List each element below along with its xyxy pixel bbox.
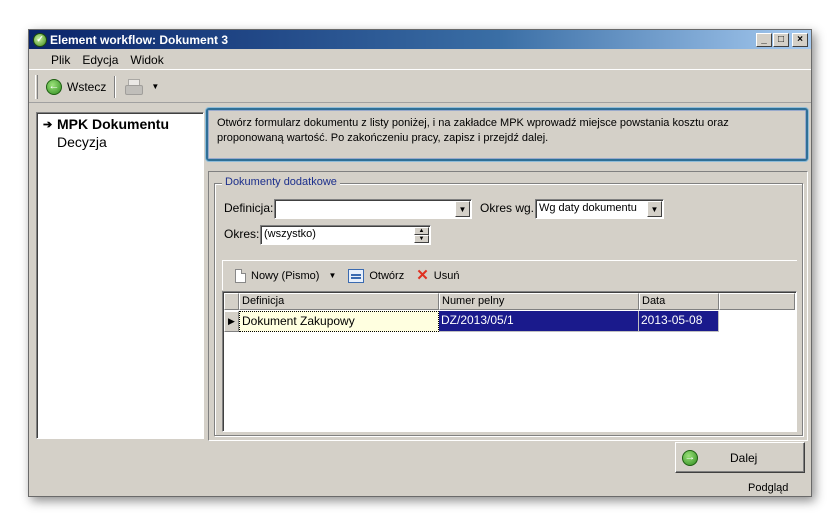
new-document-button[interactable]: Nowy (Pismo) ▼: [231, 268, 340, 283]
period-value: (wszystko): [264, 228, 316, 240]
chevron-down-icon[interactable]: ▼: [328, 271, 336, 280]
next-button[interactable]: → Dalej: [675, 442, 805, 473]
delete-icon: ✕: [416, 267, 429, 284]
open-document-button[interactable]: Otwórz: [344, 268, 408, 283]
next-button-label: Dalej: [730, 450, 758, 465]
period-label: Okres:: [224, 227, 260, 241]
cell-data[interactable]: 2013-05-08: [639, 311, 719, 332]
column-header-empty: [719, 293, 795, 310]
window-title: Element workflow: Dokument 3: [50, 32, 229, 47]
instruction-box: Otwórz formularz dokumentu z listy poniż…: [206, 108, 808, 161]
spin-down-icon[interactable]: ▼: [414, 235, 429, 243]
nav-item-mpk-dokumentu[interactable]: ➔ MPK Dokumentu: [43, 116, 169, 132]
menu-item-edycja[interactable]: Edycja: [76, 53, 124, 67]
delete-document-button[interactable]: ✕ Usuń: [412, 268, 463, 283]
period-by-combo[interactable]: Wg daty dokumentu ▼: [535, 199, 664, 219]
close-button[interactable]: ×: [792, 32, 808, 47]
preview-link[interactable]: Podgląd: [748, 482, 788, 494]
delete-document-label: Usuń: [433, 269, 460, 282]
steps-panel: ➔ MPK Dokumentu Decyzja: [36, 112, 204, 439]
back-arrow-icon: ←: [46, 78, 62, 95]
toolbar: ← Wstecz ▼: [29, 71, 811, 103]
maximize-button[interactable]: □: [773, 32, 789, 47]
row-indicator-header: [224, 293, 239, 310]
table-row[interactable]: ▶ Dokument Zakupowy DZ/2013/05/1 2013-05…: [224, 311, 719, 332]
definition-combo[interactable]: ▼: [274, 199, 472, 219]
menu-bar: Plik Edycja Widok: [29, 50, 811, 70]
nav-item-label: MPK Dokumentu: [57, 116, 169, 132]
title-bar[interactable]: ✓ Element workflow: Dokument 3 _ □ ×: [29, 30, 811, 49]
minimize-button[interactable]: _: [756, 32, 772, 47]
column-header-data[interactable]: Data: [639, 293, 719, 310]
menu-item-widok[interactable]: Widok: [124, 53, 169, 67]
documents-group: Dokumenty dodatkowe Definicja: ▼ Okres w…: [214, 176, 803, 436]
printer-icon: [124, 78, 144, 95]
app-window: ✓ Element workflow: Dokument 3 _ □ × Pli…: [28, 29, 812, 497]
window-controls: _ □ ×: [756, 32, 808, 47]
current-step-arrow-icon: ➔: [43, 118, 53, 131]
column-header-definicja[interactable]: Definicja: [239, 293, 439, 310]
back-button[interactable]: ← Wstecz: [42, 75, 110, 99]
app-icon: ✓: [33, 32, 47, 47]
nav-item-label: Decyzja: [57, 134, 107, 150]
toolbar-grip[interactable]: [35, 74, 38, 99]
chevron-down-icon[interactable]: ▼: [647, 201, 662, 217]
open-document-label: Otwórz: [369, 269, 405, 282]
instruction-text: Otwórz formularz dokumentu z listy poniż…: [217, 117, 729, 144]
cell-definicja[interactable]: Dokument Zakupowy: [239, 311, 439, 332]
period-by-value: Wg daty dokumentu: [539, 202, 637, 214]
row-indicator-icon: ▶: [224, 311, 239, 332]
period-by-label: Okres wg.:: [480, 201, 538, 215]
documents-table: Definicja Numer pelny Data ▶ Dokument Za…: [222, 291, 797, 432]
menu-item-plik[interactable]: Plik: [45, 53, 76, 67]
documents-toolbar: Nowy (Pismo) ▼ Otwórz ✕ Usuń: [222, 260, 797, 290]
table-header: Definicja Numer pelny Data: [224, 293, 795, 310]
chevron-down-icon[interactable]: ▼: [455, 201, 470, 217]
definition-label: Definicja:: [224, 201, 274, 215]
new-document-icon: [235, 268, 246, 283]
period-stepper[interactable]: (wszystko) ▲ ▼: [260, 225, 431, 245]
new-document-label: Nowy (Pismo): [251, 269, 320, 282]
cell-numer[interactable]: DZ/2013/05/1: [439, 311, 639, 332]
forward-arrow-icon: →: [682, 449, 698, 466]
column-header-numer[interactable]: Numer pelny: [439, 293, 639, 310]
open-form-icon: [348, 268, 365, 283]
back-button-label: Wstecz: [67, 79, 107, 94]
group-title: Dokumenty dodatkowe: [222, 176, 340, 188]
print-button[interactable]: ▼: [120, 75, 163, 99]
toolbar-separator: [114, 75, 117, 98]
chevron-down-icon[interactable]: ▼: [151, 82, 159, 91]
nav-item-decyzja[interactable]: Decyzja: [43, 134, 107, 150]
spin-up-icon[interactable]: ▲: [414, 227, 429, 235]
documents-panel: Dokumenty dodatkowe Definicja: ▼ Okres w…: [208, 171, 808, 441]
